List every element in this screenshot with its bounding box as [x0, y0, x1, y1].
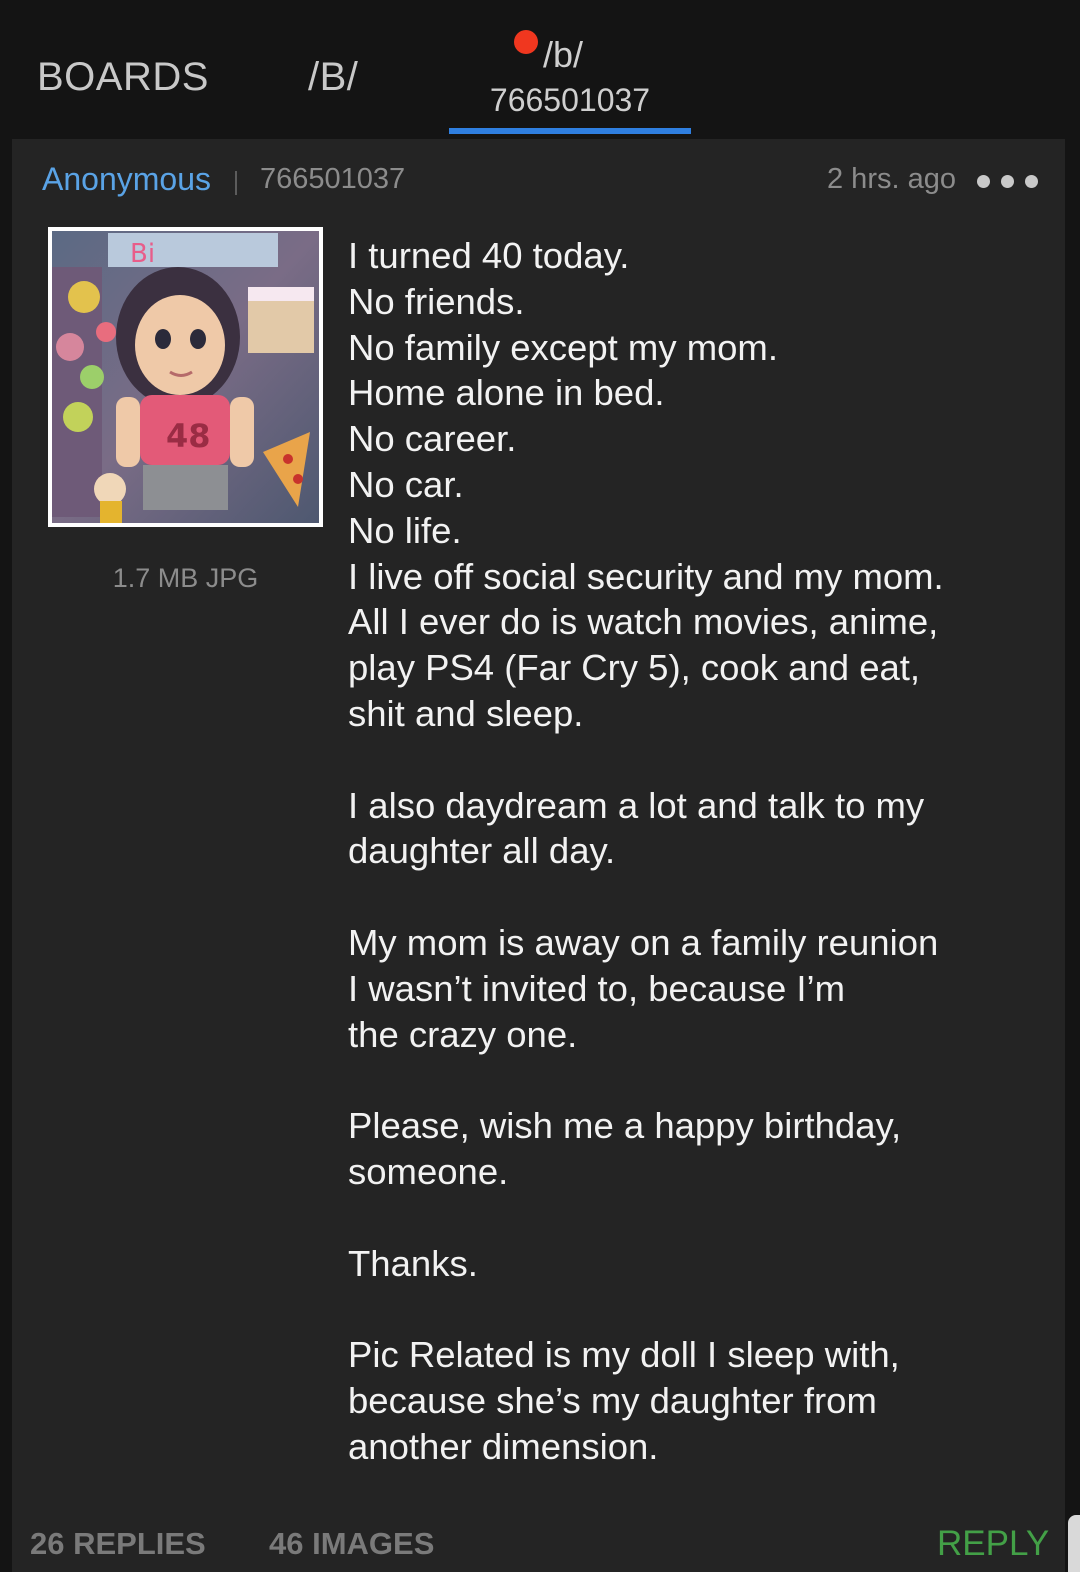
tab-thread-board: /b/: [543, 34, 584, 75]
post-body-line: the crazy one.: [348, 1013, 578, 1055]
scrollbar[interactable]: [1068, 1515, 1080, 1572]
file-info: 1.7 MB JPG: [112, 563, 259, 593]
app-root: BOARDS /B/ /b/ 766501037 Anonymous 76650…: [0, 0, 1080, 1572]
post-body-line: No career.: [348, 418, 517, 460]
svg-text:Bi: Bi: [130, 239, 155, 269]
top-navigation: BOARDS /B/ /b/ 766501037: [0, 0, 1080, 138]
header-divider: [235, 171, 237, 195]
post-body-line: someone.: [348, 1150, 509, 1192]
post-body-line: My mom is away on a family reunion: [348, 921, 939, 963]
active-tab-indicator: [449, 128, 691, 134]
post-body-line: I also daydream a lot and talk to my: [348, 784, 925, 826]
post-body-line: shit and sleep.: [348, 692, 584, 734]
reply-count[interactable]: 26 REPLIES: [30, 1526, 206, 1562]
post-body-line: No life.: [348, 509, 462, 551]
post-body-line: I live off social security and my mom.: [348, 555, 944, 597]
more-options-button[interactable]: [977, 165, 1039, 195]
post-body-line: another dimension.: [348, 1425, 659, 1467]
tab-board[interactable]: /B/: [308, 55, 358, 100]
post-footer: 26 REPLIES 46 IMAGES REPLY: [12, 1514, 1065, 1572]
post-body-line: No friends.: [348, 280, 525, 322]
doll-photo-image: Bi 48: [48, 227, 323, 523]
post-body-line: No car.: [348, 463, 464, 505]
post-body-line: I wasn’t invited to, because I’m: [348, 967, 846, 1009]
image-count[interactable]: 46 IMAGES: [269, 1526, 434, 1562]
post-thumbnail[interactable]: Bi 48: [48, 227, 323, 527]
post-body-line: Please, wish me a happy birthday,: [348, 1105, 902, 1147]
notification-dot-icon: [514, 30, 538, 54]
tab-thread[interactable]: /b/ 766501037: [449, 20, 691, 136]
post-body-line: Thanks.: [348, 1242, 478, 1284]
tab-boards[interactable]: BOARDS: [37, 55, 209, 100]
post-body-line: play PS4 (Far Cry 5), cook and eat,: [348, 647, 921, 689]
more-dots-icon: [977, 175, 990, 188]
reply-button[interactable]: REPLY: [937, 1524, 1049, 1564]
post-body-line: I turned 40 today.: [348, 235, 630, 276]
post-body: I turned 40 today. No friends. No family e…: [348, 233, 1048, 1470]
post-timestamp: 2 hrs. ago: [827, 163, 956, 195]
post-body-line: Home alone in bed.: [348, 372, 665, 414]
post-card: Anonymous 766501037 2 hrs. ago Bi 48 1.7…: [12, 139, 1065, 1572]
post-header: Anonymous 766501037 2 hrs. ago: [12, 139, 1065, 219]
tab-thread-id: 766501037: [489, 82, 651, 118]
post-body-line: because she’s my daughter from: [348, 1379, 877, 1421]
post-body-line: All I ever do is watch movies, anime,: [348, 601, 939, 643]
post-author[interactable]: Anonymous: [42, 161, 211, 198]
post-id[interactable]: 766501037: [260, 163, 405, 196]
post-body-line: No family except my mom.: [348, 326, 778, 368]
post-body-line: Pic Related is my doll I sleep with,: [348, 1334, 900, 1376]
post-body-line: daughter all day.: [348, 830, 616, 872]
jersey-number: 48: [166, 417, 211, 455]
